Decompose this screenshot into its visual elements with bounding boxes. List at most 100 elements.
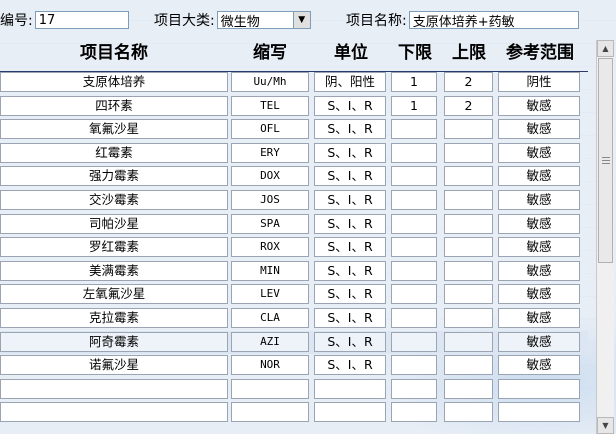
cell-name[interactable]: 左氧氟沙星	[0, 284, 228, 305]
cell-ref[interactable]: 敏感	[498, 284, 580, 305]
category-select[interactable]: 微生物 ▼	[216, 11, 311, 30]
table-row[interactable]: 氧氟沙星 OFL S、I、R 敏感	[0, 118, 588, 142]
name-input[interactable]	[408, 11, 579, 29]
cell-unit[interactable]: S、I、R	[314, 213, 386, 234]
cell-name[interactable]	[0, 378, 228, 399]
cell-high[interactable]	[444, 284, 493, 305]
cell-high[interactable]	[444, 260, 493, 281]
cell-abbr[interactable]: Uu/Mh	[231, 72, 309, 92]
cell-high[interactable]	[444, 308, 493, 328]
cell-low[interactable]	[391, 213, 437, 234]
cell-unit[interactable]: S、I、R	[314, 355, 386, 376]
cell-abbr[interactable]: OFL	[231, 119, 309, 140]
table-row[interactable]: 克拉霉素 CLA S、I、R 敏感	[0, 307, 588, 331]
cell-name[interactable]: 诺氟沙星	[0, 355, 228, 376]
code-input[interactable]	[34, 11, 129, 29]
cell-unit[interactable]: S、I、R	[314, 331, 386, 352]
cell-low[interactable]	[391, 142, 437, 163]
cell-ref[interactable]: 敏感	[498, 119, 580, 140]
table-row[interactable]: 美满霉素 MIN S、I、R 敏感	[0, 260, 588, 284]
cell-unit[interactable]: S、I、R	[314, 260, 386, 281]
cell-ref[interactable]: 敏感	[498, 308, 580, 328]
table-row[interactable]: 四环素 TEL S、I、R 1 2 敏感	[0, 95, 588, 119]
table-row[interactable]: 左氧氟沙星 LEV S、I、R 敏感	[0, 283, 588, 307]
table-row[interactable]: 支原体培养 Uu/Mh 阴、阳性 1 2 阴性	[0, 71, 588, 95]
cell-name[interactable]: 罗红霉素	[0, 237, 228, 258]
cell-abbr[interactable]: ERY	[231, 142, 309, 163]
cell-unit[interactable]	[314, 378, 386, 399]
cell-high[interactable]	[444, 355, 493, 376]
cell-low[interactable]	[391, 237, 437, 258]
cell-abbr[interactable]: TEL	[231, 95, 309, 116]
cell-high[interactable]	[444, 237, 493, 258]
cell-unit[interactable]	[314, 402, 386, 423]
cell-name[interactable]: 红霉素	[0, 142, 228, 163]
vertical-scrollbar[interactable]: ▲ ▼	[596, 40, 614, 434]
cell-name[interactable]: 阿奇霉素	[0, 331, 228, 352]
chevron-down-icon[interactable]: ▼	[292, 12, 310, 28]
table-row[interactable]: 红霉素 ERY S、I、R 敏感	[0, 142, 588, 166]
cell-high[interactable]	[444, 142, 493, 163]
cell-low[interactable]: 1	[391, 95, 437, 116]
cell-name[interactable]: 美满霉素	[0, 260, 228, 281]
cell-high[interactable]	[444, 402, 493, 423]
cell-ref[interactable]: 敏感	[498, 190, 580, 210]
cell-high[interactable]: 2	[444, 72, 493, 92]
cell-low[interactable]	[391, 355, 437, 376]
cell-low[interactable]: 1	[391, 72, 437, 92]
cell-abbr[interactable]: DOX	[231, 166, 309, 187]
cell-ref[interactable]: 敏感	[498, 237, 580, 258]
cell-abbr[interactable]	[231, 402, 309, 423]
cell-unit[interactable]: S、I、R	[314, 119, 386, 140]
cell-ref[interactable]: 敏感	[498, 166, 580, 187]
cell-ref[interactable]: 敏感	[498, 355, 580, 376]
table-row[interactable]: 交沙霉素 JOS S、I、R 敏感	[0, 189, 588, 213]
cell-name[interactable]: 强力霉素	[0, 166, 228, 187]
cell-name[interactable]	[0, 402, 228, 423]
cell-abbr[interactable]: AZI	[231, 331, 309, 352]
cell-ref[interactable]: 敏感	[498, 260, 580, 281]
cell-high[interactable]	[444, 213, 493, 234]
cell-low[interactable]	[391, 166, 437, 187]
cell-high[interactable]	[444, 119, 493, 140]
cell-ref[interactable]	[498, 378, 580, 399]
table-row[interactable]: 强力霉素 DOX S、I、R 敏感	[0, 165, 588, 189]
scrollbar-thumb[interactable]	[598, 58, 613, 263]
cell-high[interactable]: 2	[444, 95, 493, 116]
table-row[interactable]: 罗红霉素 ROX S、I、R 敏感	[0, 236, 588, 260]
cell-unit[interactable]: S、I、R	[314, 142, 386, 163]
cell-unit[interactable]: 阴、阳性	[314, 72, 386, 92]
cell-name[interactable]: 克拉霉素	[0, 308, 228, 328]
cell-ref[interactable]: 敏感	[498, 95, 580, 116]
cell-low[interactable]	[391, 331, 437, 352]
cell-high[interactable]	[444, 166, 493, 187]
table-row[interactable]: 诺氟沙星 NOR S、I、R 敏感	[0, 354, 588, 378]
cell-unit[interactable]: S、I、R	[314, 308, 386, 328]
cell-low[interactable]	[391, 308, 437, 328]
cell-abbr[interactable]: CLA	[231, 308, 309, 328]
cell-ref[interactable]	[498, 402, 580, 423]
cell-low[interactable]	[391, 119, 437, 140]
cell-high[interactable]	[444, 190, 493, 210]
cell-abbr[interactable]: SPA	[231, 213, 309, 234]
cell-name[interactable]: 司帕沙星	[0, 213, 228, 234]
cell-unit[interactable]: S、I、R	[314, 237, 386, 258]
cell-abbr[interactable]: LEV	[231, 284, 309, 305]
cell-ref[interactable]: 敏感	[498, 142, 580, 163]
cell-unit[interactable]: S、I、R	[314, 284, 386, 305]
cell-low[interactable]	[391, 284, 437, 305]
cell-low[interactable]	[391, 190, 437, 210]
cell-abbr[interactable]: MIN	[231, 260, 309, 281]
cell-ref[interactable]: 阴性	[498, 72, 580, 92]
arrow-down-icon[interactable]: ▼	[597, 417, 614, 434]
cell-low[interactable]	[391, 402, 437, 423]
cell-name[interactable]: 氧氟沙星	[0, 119, 228, 140]
cell-ref[interactable]: 敏感	[498, 331, 580, 352]
table-row[interactable]: 司帕沙星 SPA S、I、R 敏感	[0, 213, 588, 237]
cell-unit[interactable]: S、I、R	[314, 190, 386, 210]
arrow-up-icon[interactable]: ▲	[597, 40, 614, 57]
cell-abbr[interactable]: JOS	[231, 190, 309, 210]
cell-ref[interactable]: 敏感	[498, 213, 580, 234]
cell-name[interactable]: 支原体培养	[0, 72, 228, 92]
table-row[interactable]: 阿奇霉素 AZI S、I、R 敏感	[0, 330, 588, 355]
